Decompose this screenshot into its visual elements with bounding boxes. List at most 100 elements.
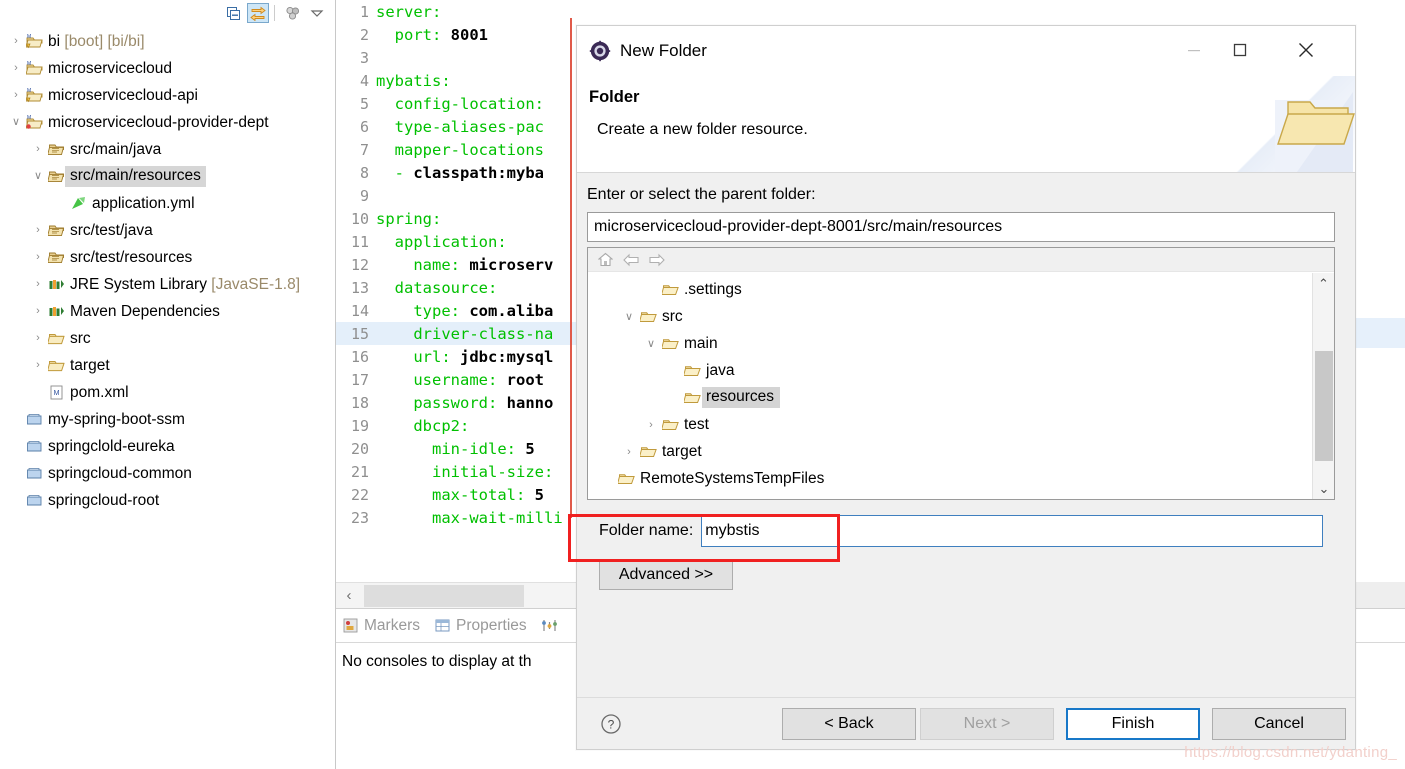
yml-file-icon (68, 195, 88, 212)
code-text: max-wait-milli (372, 509, 563, 527)
chevron-right-icon[interactable]: › (30, 144, 46, 155)
dialog-body: Enter or select the parent folder: micro… (577, 174, 1355, 699)
code-text: url: jdbc:mysql (372, 348, 553, 366)
tree-item-microservicecloud-provider-dept[interactable]: ∨ Mmicroservicecloud-provider-dept (0, 109, 335, 136)
project-explorer-view: › Mbi [boot] [bi/bi] › Mmicroservicecloud › M… (0, 0, 336, 769)
chevron-right-icon[interactable]: › (8, 90, 24, 101)
minimize-icon[interactable] (1171, 26, 1217, 74)
chevron-down-icon[interactable]: ⌄ (1313, 478, 1334, 499)
code-text: min-idle: 5 (372, 440, 535, 458)
chevron-up-icon[interactable]: ⌃ (1313, 273, 1334, 295)
project-tree[interactable]: › Mbi [boot] [bi/bi] › Mmicroservicecloud › M… (0, 26, 335, 769)
code-text: max-total: 5 (372, 486, 544, 504)
back-arrow-icon[interactable] (618, 249, 644, 271)
folder-tree-item--settings[interactable]: .settings (588, 276, 1312, 303)
view-menu-icon[interactable] (282, 3, 304, 23)
folder-tree-list[interactable]: .settings ∨ src ∨ main java resources › test › tar… (588, 273, 1312, 499)
back-button[interactable]: < Back (782, 707, 916, 740)
chevron-down-icon[interactable] (306, 3, 328, 23)
chevron-right-icon[interactable]: › (30, 252, 46, 263)
chevron-down-icon[interactable]: ∨ (30, 171, 46, 182)
tree-item-jre-system-library[interactable]: › JRE System Library [JavaSE-1.8] (0, 271, 335, 298)
console-tab-markers[interactable]: Markers (342, 617, 420, 635)
folder-tree-item-test[interactable]: › test (588, 411, 1312, 438)
collapse-all-icon[interactable] (223, 3, 245, 23)
chevron-right-icon[interactable]: › (8, 36, 24, 47)
yaml-value: 8001 (441, 25, 489, 44)
scrollbar-thumb[interactable] (364, 584, 524, 607)
yaml-key: url: (413, 347, 451, 366)
tree-item-springcloud-common[interactable]: springcloud-common (0, 460, 335, 487)
chevron-right-icon[interactable]: › (30, 279, 46, 290)
folder-tree-item-resources[interactable]: resources (588, 384, 1312, 411)
chevron-right-icon[interactable]: › (30, 360, 46, 371)
tree-item-target[interactable]: › target (0, 352, 335, 379)
console-tab-properties[interactable]: Properties (434, 617, 527, 635)
tree-item-application-yml[interactable]: application.yml (0, 190, 335, 217)
line-number: 4 (359, 71, 369, 90)
cancel-button[interactable]: Cancel (1212, 707, 1346, 740)
line-number: 13 (350, 278, 369, 297)
folder-tree-scrollbar[interactable]: ⌃ ⌄ (1312, 273, 1334, 499)
folder-tree-item-target[interactable]: › target (588, 438, 1312, 465)
watermark-text: https://blog.csdn.net/ydanting_ (1184, 744, 1397, 761)
chevron-right-icon[interactable]: › (620, 446, 638, 458)
chevron-down-icon[interactable]: ∨ (620, 310, 638, 323)
chevron-right-icon[interactable]: › (30, 306, 46, 317)
folder-tree-item-main[interactable]: ∨ main (588, 330, 1312, 357)
tree-item-pom-xml[interactable]: Mpom.xml (0, 379, 335, 406)
chevron-down-icon[interactable]: ∨ (642, 337, 660, 350)
tree-item-src-test-resources[interactable]: › src/test/resources (0, 244, 335, 271)
properties-icon (434, 617, 451, 634)
maven-project-warning-icon: M (24, 87, 44, 104)
chevron-right-icon[interactable]: › (642, 419, 660, 431)
advanced-button[interactable]: Advanced >> (599, 560, 733, 590)
scrollbar-thumb[interactable] (1315, 351, 1333, 461)
folder-tree-item-remotesystemstempfiles[interactable]: RemoteSystemsTempFiles (588, 465, 1312, 492)
close-icon[interactable] (1283, 26, 1329, 74)
forward-arrow-icon[interactable] (644, 249, 670, 271)
dfolder-icon (660, 416, 680, 433)
folder-tree-item-label: java (706, 361, 735, 379)
maximize-icon[interactable] (1217, 26, 1263, 74)
closed-project-icon (24, 465, 44, 482)
tree-item-maven-dependencies[interactable]: › Maven Dependencies (0, 298, 335, 325)
chevron-down-icon[interactable]: ∨ (8, 117, 24, 128)
dfolder-icon (616, 470, 636, 487)
code-line[interactable]: 1 server: (336, 0, 1405, 23)
tree-item-bi[interactable]: › Mbi [boot] [bi/bi] (0, 28, 335, 55)
finish-button[interactable]: Finish (1066, 707, 1200, 740)
help-icon[interactable]: ? (599, 712, 623, 736)
folder-tree-item-java[interactable]: java (588, 357, 1312, 384)
chevron-right-icon[interactable]: › (8, 63, 24, 74)
dialog-title: New Folder (620, 41, 707, 60)
chevron-right-icon[interactable]: › (30, 333, 46, 344)
parent-folder-input[interactable] (587, 212, 1335, 242)
scroll-left-icon[interactable]: ‹ (336, 584, 362, 608)
console-tab-servers[interactable] (541, 617, 563, 634)
tree-item-label: application.yml (92, 194, 195, 212)
chevron-right-icon[interactable]: › (30, 225, 46, 236)
tree-item-src[interactable]: › src (0, 325, 335, 352)
dfolder-icon (682, 362, 702, 379)
tree-item-label: JRE System Library [JavaSE-1.8] (70, 275, 300, 293)
home-icon[interactable] (592, 249, 618, 271)
tree-item-springcloud-root[interactable]: springcloud-root (0, 487, 335, 514)
tree-item-my-spring-boot-ssm[interactable]: my-spring-boot-ssm (0, 406, 335, 433)
tree-item-label: microservicecloud-provider-dept (48, 113, 269, 131)
maven-project-warning-icon: M (24, 33, 44, 50)
svg-text:M: M (27, 115, 31, 121)
tree-item-microservicecloud-api[interactable]: › Mmicroservicecloud-api (0, 82, 335, 109)
tree-item-src-main-resources[interactable]: ∨ src/main/resources (0, 163, 335, 190)
dialog-header: Folder Create a new folder resource. (577, 76, 1355, 173)
tree-item-label: microservicecloud-api (48, 86, 198, 104)
tree-item-microservicecloud[interactable]: › Mmicroservicecloud (0, 55, 335, 82)
tree-item-src-main-java[interactable]: › src/main/java (0, 136, 335, 163)
tree-item-src-test-java[interactable]: › src/test/java (0, 217, 335, 244)
tree-item-springclold-eureka[interactable]: springclold-eureka (0, 433, 335, 460)
line-number: 23 (350, 508, 369, 527)
source-folder-icon (46, 141, 66, 158)
link-with-editor-icon[interactable] (247, 3, 269, 23)
folder-tree-item-src[interactable]: ∨ src (588, 303, 1312, 330)
folder-name-input[interactable] (701, 515, 1324, 547)
